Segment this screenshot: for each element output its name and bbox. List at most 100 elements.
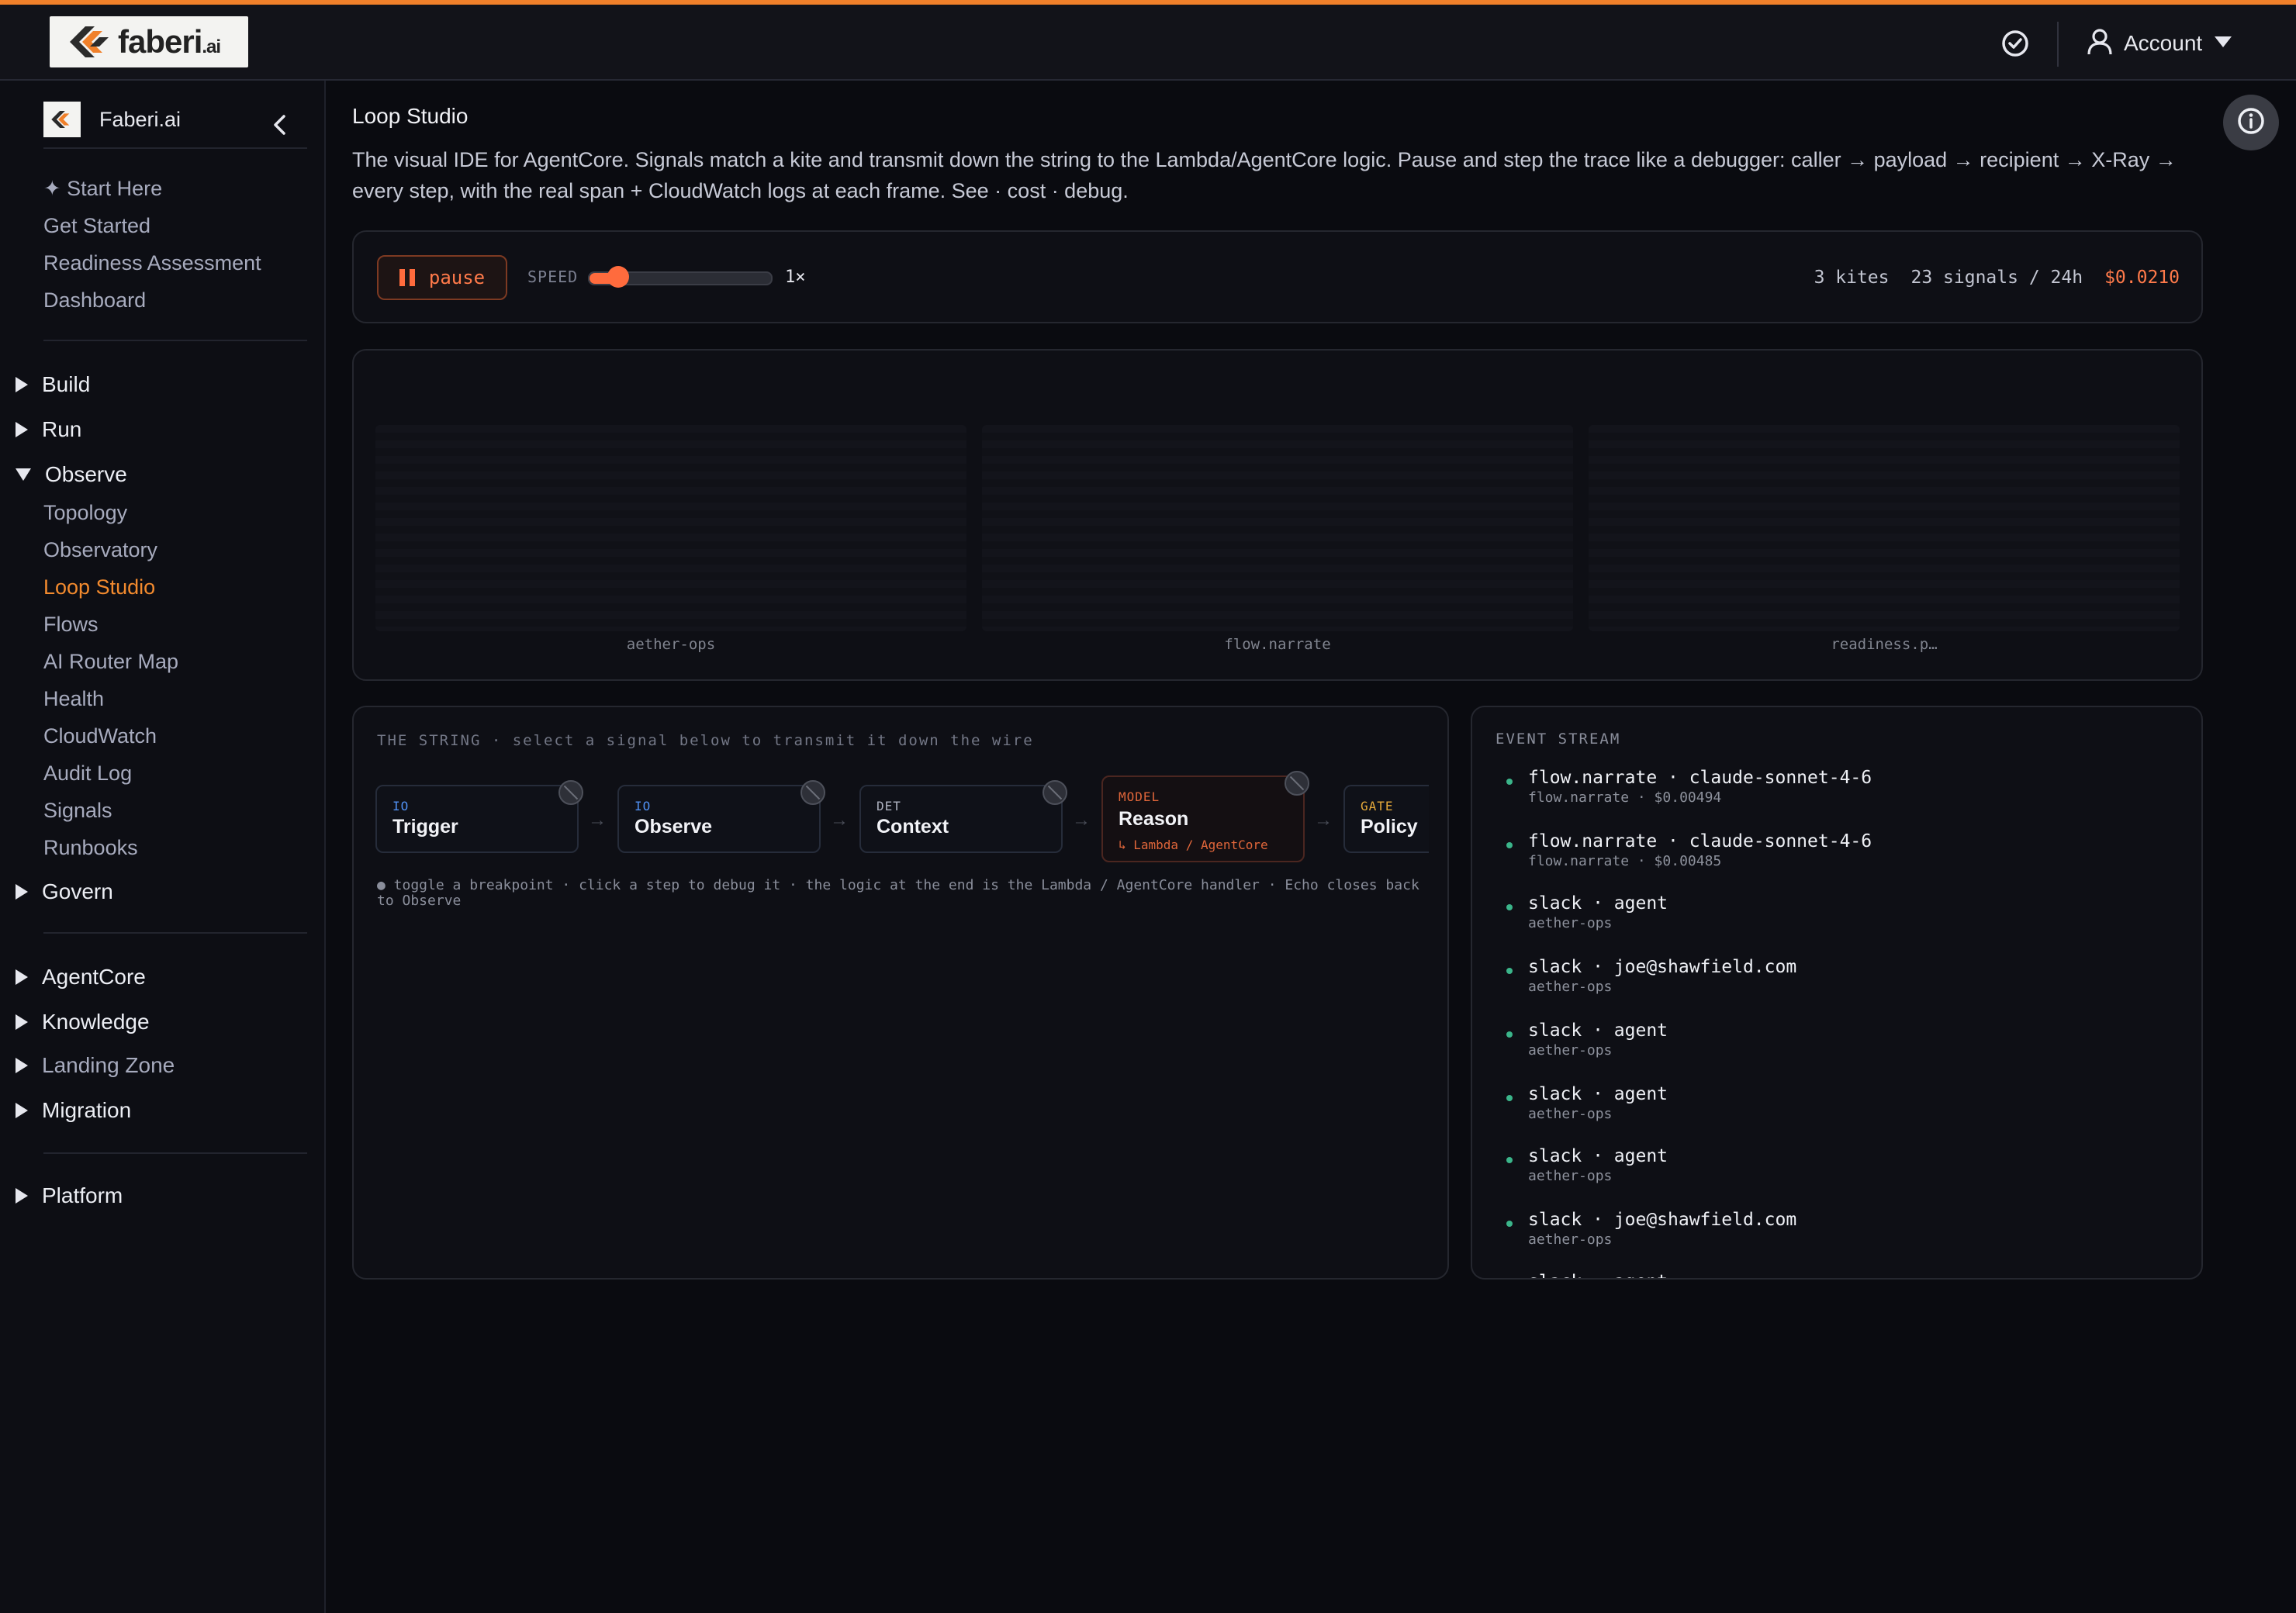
breakpoint-toggle-icon[interactable] [558,780,583,805]
step-trigger[interactable]: IO Trigger [375,780,583,853]
string-hint: ● toggle a breakpoint · click a step to … [377,877,1419,909]
event-meta: flow.narrate · $0.00485 [1528,853,1722,869]
info-button[interactable] [2223,95,2279,150]
step-type-tag: IO [635,799,652,813]
nav-cloudwatch[interactable]: CloudWatch [43,724,157,748]
event-title: slack · agent [1528,1084,1668,1104]
faberi-logo[interactable]: faberi.ai [50,16,248,67]
nav-group-build[interactable]: Build [16,369,90,400]
sidebar-divider [43,340,307,341]
event-meta: aether-ops [1528,1042,1613,1059]
breakpoint-toggle-icon[interactable] [800,780,825,805]
step-name: Context [877,816,949,838]
nav-observatory[interactable]: Observatory [43,538,157,562]
event-stream-panel: EVENT STREAM flow.narrate · claude-sonne… [1471,706,2203,1280]
caret-right-icon [16,1058,28,1073]
nav-dashboard[interactable]: Dashboard [43,288,146,313]
nav-group-migration[interactable]: Migration [16,1095,131,1126]
caret-down-icon [16,468,31,481]
step-name: Observe [635,816,713,838]
step-context[interactable]: DET Context [859,780,1067,853]
kite-label: readiness.p… [1831,636,1938,653]
kite-lane-aether-ops[interactable] [375,425,966,631]
nav-group-run[interactable]: Run [16,414,81,445]
status-dot-icon [1506,1031,1513,1038]
status-dot-icon [1506,968,1513,974]
nav-get-started[interactable]: Get Started [43,214,150,238]
caret-right-icon [16,1014,28,1030]
step-type-tag: DET [877,799,901,813]
status-dot-icon [1506,842,1513,848]
nav-group-label: AgentCore [42,965,146,989]
nav-group-observe[interactable]: Observe [16,459,127,490]
user-icon [2087,28,2113,60]
step-name: Reason [1119,808,1189,830]
nav-group-landing-zone[interactable]: Landing Zone [16,1050,175,1081]
playback-control-bar: pause SPEED 1× 3 kites 23 signals / 24h … [352,230,2203,323]
breakpoint-toggle-icon[interactable] [1043,780,1067,805]
speed-slider[interactable] [588,266,773,289]
nav-audit-log[interactable]: Audit Log [43,762,132,786]
nav-start-here[interactable]: ✦ Start Here [43,177,162,201]
event-title: slack · agent [1528,893,1668,914]
nav-group-knowledge[interactable]: Knowledge [16,1007,150,1038]
event-meta: flow.narrate · $0.00494 [1528,789,1722,806]
nav-topology[interactable]: Topology [43,501,127,525]
event-title: slack · joe@shawfield.com [1528,1210,1797,1230]
step-observe[interactable]: IO Observe [617,780,825,853]
string-panel: THE STRING · select a signal below to tr… [352,706,1449,1280]
org-name: Faberi.ai [99,107,182,131]
nav-loop-studio[interactable]: Loop Studio [43,575,155,599]
nav-readiness-assessment[interactable]: Readiness Assessment [43,251,261,275]
step-name: Policy [1361,816,1418,838]
nav-flows[interactable]: Flows [43,613,99,637]
event-meta: aether-ops [1528,915,1613,931]
account-menu-button[interactable]: Account [2087,25,2233,62]
sidebar-divider [43,1152,307,1154]
nav-group-platform[interactable]: Platform [16,1180,123,1211]
check-circle-icon[interactable] [2000,28,2031,59]
event-title: slack · agent [1528,1146,1668,1166]
status-dot-icon [1506,1095,1513,1101]
nav-ai-router-map[interactable]: AI Router Map [43,650,178,674]
step-reason[interactable]: MODEL Reason ↳ Lambda / AgentCore [1101,771,1309,862]
step-type-tag: IO [392,799,410,813]
kite-label: flow.narrate [1224,636,1331,653]
step-policy[interactable]: GATE Policy [1343,785,1429,853]
nav-group-govern[interactable]: Govern [16,876,113,907]
nav-runbooks[interactable]: Runbooks [43,836,138,860]
pause-button[interactable]: pause [377,255,507,300]
speed-label: SPEED [527,268,579,286]
cost-total: $0.0210 [2104,268,2180,288]
arrow-right-icon: → [588,810,607,831]
breakpoint-toggle-icon[interactable] [1285,771,1309,796]
pause-icon [399,269,415,286]
nav-group-agentcore[interactable]: AgentCore [16,962,146,993]
caret-right-icon [16,969,28,985]
collapse-sidebar-chevron-left-icon[interactable] [267,112,293,138]
kite-lane-flow-narrate[interactable] [982,425,1573,631]
speed-slider-handle[interactable] [607,266,629,288]
arrow-right-icon: → [830,810,849,831]
nav-group-label: Migration [42,1098,132,1122]
nav-group-label: Govern [42,879,113,903]
speed-value: 1× [785,268,806,287]
caret-right-icon [16,884,28,900]
caret-right-icon [16,377,28,392]
nav-signals[interactable]: Signals [43,799,112,823]
top-bar: faberi.ai Account [0,0,2296,81]
kite-lane-readiness[interactable] [1589,425,2180,631]
event-title: slack · joe@shawfield.com [1528,957,1797,977]
nav-group-label: Observe [45,462,127,486]
nav-health[interactable]: Health [43,687,104,711]
sidebar: Faberi.ai ✦ Start Here Get Started Readi… [0,81,326,1613]
nav-group-label: Landing Zone [42,1053,175,1077]
page-title: Loop Studio [352,104,469,128]
loop-stats: 3 kites 23 signals / 24h $0.0210 [1814,268,2180,288]
event-title: flow.narrate · claude-sonnet-4-6 [1528,768,1872,788]
caret-right-icon [16,1103,28,1118]
step-type-tag: GATE [1361,799,1394,813]
status-dot-icon [1506,1157,1513,1163]
signals-count: 23 signals / 24h [1910,268,2083,288]
event-title: flow.narrate · claude-sonnet-4-6 [1528,831,1872,851]
